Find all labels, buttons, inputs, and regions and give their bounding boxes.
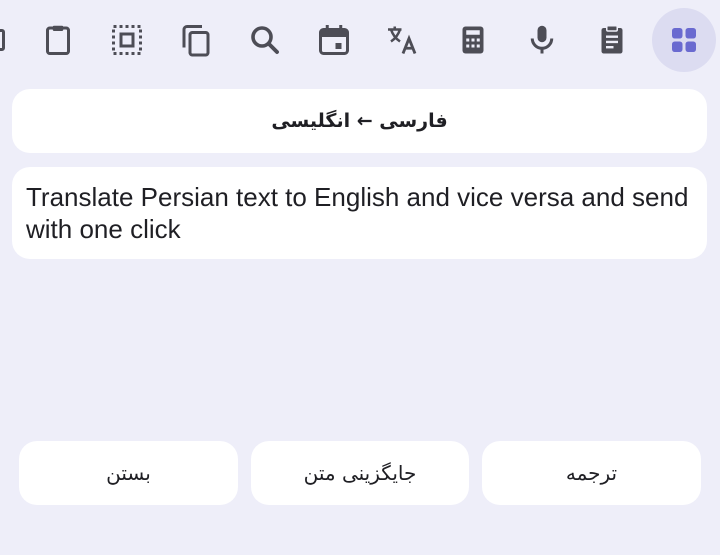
- language-direction-selector[interactable]: فارسی ← انگلیسی: [12, 89, 707, 153]
- close-button[interactable]: بستن: [19, 441, 238, 505]
- calendar-button[interactable]: [302, 8, 366, 72]
- language-direction-label: فارسی ← انگلیسی: [271, 110, 448, 132]
- grid-apps-icon: [672, 28, 696, 52]
- translate-action-button-label: ترجمه: [565, 461, 618, 485]
- microphone-button[interactable]: [510, 8, 574, 72]
- input-text[interactable]: Translate Persian text to English and vi…: [26, 181, 693, 245]
- clipboard-text-icon: [601, 25, 623, 54]
- select-all-icon: [112, 25, 142, 55]
- clipboard-icon: [46, 25, 70, 55]
- select-all-button[interactable]: [95, 8, 159, 72]
- calculator-icon: [462, 26, 484, 54]
- translate-button[interactable]: [371, 8, 435, 72]
- partial-icon[interactable]: [0, 29, 5, 51]
- text-input-card[interactable]: Translate Persian text to English and vi…: [12, 167, 707, 259]
- suggestion-toolbar: [0, 0, 720, 80]
- search-icon: [251, 26, 279, 54]
- close-button-label: بستن: [106, 461, 151, 485]
- copy-button[interactable]: [164, 8, 228, 72]
- translate-action-button[interactable]: ترجمه: [482, 441, 701, 505]
- microphone-icon: [530, 25, 554, 54]
- translate-icon: [388, 26, 417, 55]
- copy-icon: [182, 25, 210, 57]
- clipboard-button[interactable]: [26, 8, 90, 72]
- clipboard-text-button[interactable]: [580, 8, 644, 72]
- search-button[interactable]: [233, 8, 297, 72]
- calendar-icon: [319, 25, 349, 55]
- apps-grid-button[interactable]: [652, 8, 716, 72]
- replace-text-button-label: جایگزینی متن: [303, 461, 417, 485]
- replace-text-button[interactable]: جایگزینی متن: [251, 441, 469, 505]
- calculator-button[interactable]: [441, 8, 505, 72]
